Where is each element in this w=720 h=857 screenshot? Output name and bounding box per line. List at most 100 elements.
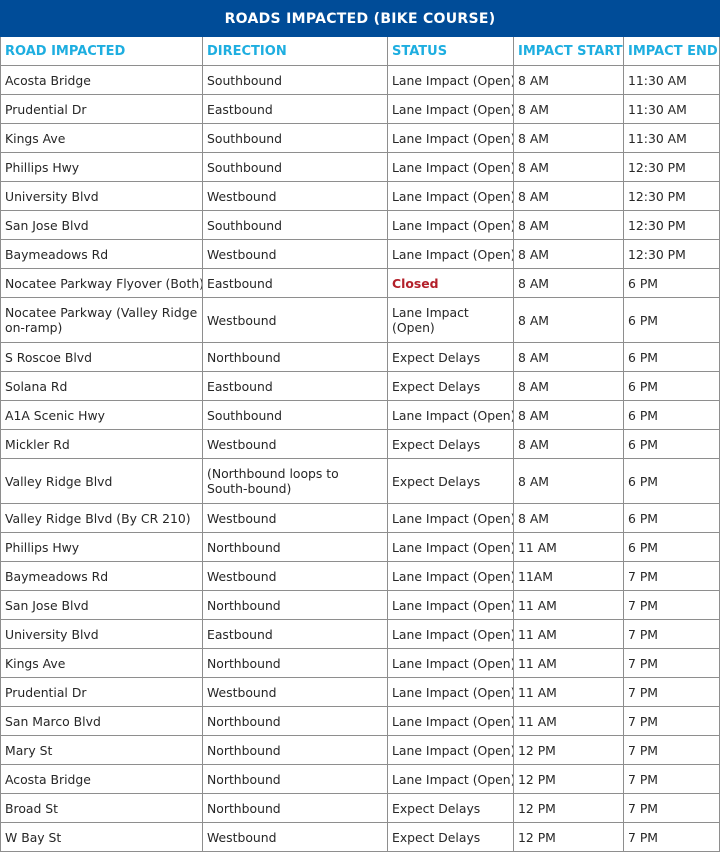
- cell-impact-end: 6 PM: [622, 532, 720, 562]
- table-row: Baymeadows Rd Westbound Lane Impact (Open)…: [0, 239, 720, 269]
- cell-impact-end: 7 PM: [622, 561, 720, 591]
- cell-impact-start: 11 AM: [513, 590, 624, 620]
- table-row: Phillips Hwy Southbound Lane Impact (Open)…: [0, 152, 720, 182]
- table-row: Broad St Northbound Expect Delays 12 PM 7 PM: [0, 793, 720, 823]
- cell-impact-start: 8 AM: [513, 239, 624, 269]
- cell-direction: Northbound: [202, 735, 388, 765]
- cell-impact-start: 8 AM: [513, 268, 624, 298]
- cell-impact-start: 11AM: [513, 561, 624, 591]
- header-road-impacted: ROAD IMPACTED: [0, 36, 203, 66]
- cell-impact-end: 7 PM: [622, 677, 720, 707]
- cell-road: A1A Scenic Hwy: [0, 400, 203, 430]
- table-row: Valley Ridge Blvd (By CR 210) Westbound La…: [0, 503, 720, 533]
- cell-impact-start: 8 AM: [513, 429, 624, 459]
- cell-road: Mickler Rd: [0, 429, 203, 459]
- cell-impact-start: 12 PM: [513, 735, 624, 765]
- cell-direction: Northbound: [202, 648, 388, 678]
- cell-status: Lane Impact (Open): [387, 239, 514, 269]
- cell-direction: Northbound: [202, 342, 388, 372]
- cell-impact-start: 11 AM: [513, 532, 624, 562]
- cell-direction: Eastbound: [202, 94, 388, 124]
- table-row: W Bay St Westbound Expect Delays 12 PM 7 PM: [0, 822, 720, 852]
- table-row: Kings Ave Southbound Lane Impact (Open) 8 A…: [0, 123, 720, 153]
- cell-road: Kings Ave: [0, 123, 203, 153]
- cell-road: Nocatee Parkway (Valley Ridge on-ramp): [0, 297, 203, 343]
- cell-impact-end: 7 PM: [622, 793, 720, 823]
- column-header-row: ROAD IMPACTED DIRECTION STATUS IMPACT ST…: [0, 36, 720, 66]
- cell-road: University Blvd: [0, 181, 203, 211]
- cell-status: Lane Impact (Open): [387, 152, 514, 182]
- cell-road: Prudential Dr: [0, 677, 203, 707]
- cell-direction: Westbound: [202, 822, 388, 852]
- cell-direction: Southbound: [202, 210, 388, 240]
- cell-direction: Eastbound: [202, 619, 388, 649]
- table-row: Mary St Northbound Lane Impact (Open) 12 PM…: [0, 735, 720, 765]
- cell-impact-end: 6 PM: [622, 458, 720, 504]
- header-impact-end: IMPACT END: [622, 36, 720, 66]
- header-impact-start: IMPACT START: [513, 36, 624, 66]
- cell-status: Lane Impact (Open): [387, 297, 514, 343]
- cell-impact-start: 8 AM: [513, 65, 624, 95]
- cell-direction: Westbound: [202, 239, 388, 269]
- cell-impact-start: 8 AM: [513, 371, 624, 401]
- table-row: Acosta Bridge Northbound Lane Impact (Open…: [0, 764, 720, 794]
- cell-impact-end: 11:30 AM: [622, 65, 720, 95]
- cell-direction: Northbound: [202, 764, 388, 794]
- cell-impact-end: 12:30 PM: [622, 210, 720, 240]
- table-row: A1A Scenic Hwy Southbound Lane Impact (Ope…: [0, 400, 720, 430]
- cell-status: Lane Impact (Open): [387, 706, 514, 736]
- table-row: Prudential Dr Westbound Lane Impact (Open)…: [0, 677, 720, 707]
- cell-status: Expect Delays: [387, 371, 514, 401]
- table-row: San Jose Blvd Northbound Lane Impact (Open…: [0, 590, 720, 620]
- cell-status: Lane Impact (Open): [387, 619, 514, 649]
- table-row: Baymeadows Rd Westbound Lane Impact (Open)…: [0, 561, 720, 591]
- cell-impact-end: 12:30 PM: [622, 181, 720, 211]
- cell-direction: Southbound: [202, 400, 388, 430]
- cell-impact-start: 11 AM: [513, 648, 624, 678]
- cell-direction: Westbound: [202, 429, 388, 459]
- cell-impact-start: 8 AM: [513, 297, 624, 343]
- cell-status: Lane Impact (Open): [387, 590, 514, 620]
- cell-impact-end: 7 PM: [622, 619, 720, 649]
- cell-status: Lane Impact (Open): [387, 210, 514, 240]
- cell-impact-start: 8 AM: [513, 94, 624, 124]
- cell-direction: Westbound: [202, 677, 388, 707]
- cell-direction: Westbound: [202, 297, 388, 343]
- cell-impact-end: 6 PM: [622, 429, 720, 459]
- cell-impact-end: 6 PM: [622, 342, 720, 372]
- cell-status: Lane Impact (Open): [387, 677, 514, 707]
- cell-impact-end: 6 PM: [622, 400, 720, 430]
- cell-impact-end: 7 PM: [622, 764, 720, 794]
- cell-direction: Westbound: [202, 181, 388, 211]
- cell-impact-end: 7 PM: [622, 706, 720, 736]
- cell-impact-end: 11:30 AM: [622, 123, 720, 153]
- cell-status: Lane Impact (Open): [387, 181, 514, 211]
- cell-status: Expect Delays: [387, 429, 514, 459]
- cell-status: Lane Impact (Open): [387, 648, 514, 678]
- cell-road: Acosta Bridge: [0, 65, 203, 95]
- cell-status: Lane Impact (Open): [387, 735, 514, 765]
- cell-impact-start: 12 PM: [513, 793, 624, 823]
- cell-road: Acosta Bridge: [0, 764, 203, 794]
- cell-direction: Northbound: [202, 590, 388, 620]
- cell-direction: Southbound: [202, 65, 388, 95]
- cell-status: Lane Impact (Open): [387, 123, 514, 153]
- cell-road: Nocatee Parkway Flyover (Both): [0, 268, 203, 298]
- cell-status: Lane Impact (Open): [387, 94, 514, 124]
- cell-impact-start: 8 AM: [513, 123, 624, 153]
- table-title: ROADS IMPACTED (BIKE COURSE): [0, 0, 720, 37]
- cell-status: Lane Impact (Open): [387, 503, 514, 533]
- table-body: Acosta Bridge Southbound Lane Impact (Open…: [0, 65, 720, 852]
- cell-direction: Westbound: [202, 561, 388, 591]
- cell-status: Expect Delays: [387, 458, 514, 504]
- cell-direction: Northbound: [202, 793, 388, 823]
- cell-impact-start: 8 AM: [513, 400, 624, 430]
- table-row: Phillips Hwy Northbound Lane Impact (Open)…: [0, 532, 720, 562]
- cell-status: Expect Delays: [387, 342, 514, 372]
- table-row: Nocatee Parkway Flyover (Both) Eastbound C…: [0, 268, 720, 298]
- cell-impact-end: 12:30 PM: [622, 152, 720, 182]
- cell-impact-start: 8 AM: [513, 210, 624, 240]
- cell-impact-end: 7 PM: [622, 590, 720, 620]
- header-direction: DIRECTION: [202, 36, 388, 66]
- cell-road: Mary St: [0, 735, 203, 765]
